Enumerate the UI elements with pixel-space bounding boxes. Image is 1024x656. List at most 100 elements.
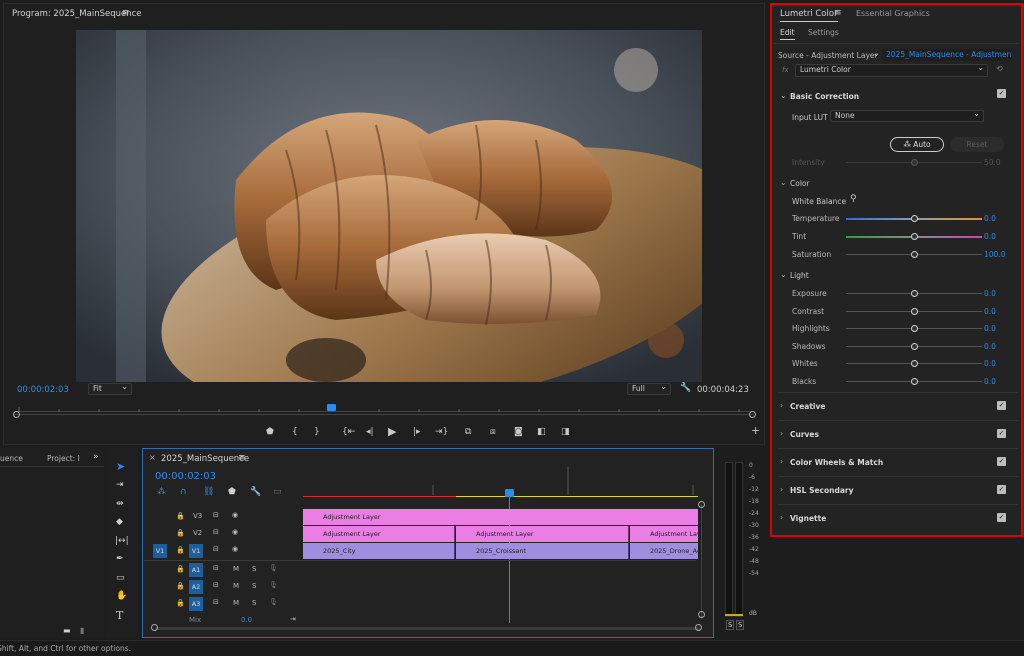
go-to-out-icon[interactable]: ⇥}: [435, 427, 448, 437]
saturation-knob[interactable]: [911, 251, 918, 258]
time-ruler[interactable]: [14, 404, 754, 412]
folder-icon[interactable]: ▬: [63, 626, 71, 635]
zoom-handle-right[interactable]: [749, 411, 756, 418]
auto-button[interactable]: ⁂ Auto: [890, 137, 944, 152]
tab-essential-graphics[interactable]: Essential Graphics: [856, 9, 930, 18]
snap-icon[interactable]: ∩: [180, 487, 187, 497]
shadows-value[interactable]: 0.0: [984, 342, 996, 351]
clip-v2-adjustment-3[interactable]: Adjustment Laye: [630, 526, 698, 542]
intensity-slider[interactable]: [846, 159, 982, 166]
whites-knob[interactable]: [911, 360, 918, 367]
basic-correction-checkbox[interactable]: ✓: [997, 89, 1006, 98]
highlights-value[interactable]: 0.0: [984, 324, 996, 333]
intensity-knob[interactable]: [911, 159, 918, 166]
eye-icon[interactable]: ◉: [232, 511, 238, 519]
out-point-icon[interactable]: }: [314, 427, 320, 437]
linked-selection-icon[interactable]: ⛓: [203, 487, 214, 497]
tint-slider[interactable]: [846, 233, 982, 240]
basic-correction-header[interactable]: Basic Correction: [790, 92, 859, 101]
light-subheader[interactable]: Light: [790, 271, 809, 280]
track-a1-label[interactable]: A1: [189, 563, 203, 577]
intensity-value[interactable]: 50.0: [984, 158, 1001, 167]
clip-v1-drone[interactable]: 2025_Drone_Ae: [630, 543, 698, 559]
source-patch-v1[interactable]: V1: [153, 544, 167, 558]
contrast-value[interactable]: 0.0: [984, 307, 996, 316]
quality-select[interactable]: Full: [627, 382, 671, 395]
go-to-in-icon[interactable]: {⇤: [342, 427, 355, 437]
current-timecode[interactable]: 00:00:02:03: [17, 385, 69, 395]
blacks-knob[interactable]: [911, 378, 918, 385]
sync-icon[interactable]: ⊟: [213, 581, 219, 589]
track-v2[interactable]: 🔒 V2 ⊟ ◉: [144, 526, 302, 543]
track-select-icon[interactable]: ⇥: [116, 480, 124, 490]
lock-icon[interactable]: 🔒: [176, 512, 185, 520]
timeline-timecode[interactable]: 00:00:02:03: [155, 471, 216, 482]
mic-icon[interactable]: 🎙: [269, 564, 278, 572]
marker-icon[interactable]: ⬟: [266, 427, 274, 437]
add-marker-icon[interactable]: ⬟: [228, 487, 236, 497]
track-v3[interactable]: 🔒 V3 ⊟ ◉: [144, 509, 302, 526]
hamburger-icon[interactable]: ≡: [122, 8, 130, 18]
track-v1[interactable]: V1 🔒 V1 ⊟ ◉: [144, 543, 302, 560]
mix-value[interactable]: 0.0: [241, 616, 252, 624]
section-hsl-secondary[interactable]: › HSL Secondary ✓: [778, 476, 1018, 502]
selection-tool-icon[interactable]: ➤: [116, 460, 125, 473]
highlights-slider[interactable]: [846, 325, 982, 332]
exposure-knob[interactable]: [911, 290, 918, 297]
timeline-ruler[interactable]: [303, 467, 698, 498]
chevron-down-icon[interactable]: ⌄: [780, 91, 787, 100]
settings-wrench-icon[interactable]: 🔧: [250, 487, 261, 497]
exposure-slider[interactable]: [846, 290, 982, 297]
track-a3-label[interactable]: A3: [189, 597, 203, 611]
step-back-icon[interactable]: ◂|: [366, 427, 374, 437]
play-icon[interactable]: ▶: [388, 425, 396, 438]
sync-icon[interactable]: ⊟: [213, 564, 219, 572]
mute-button[interactable]: M: [233, 599, 239, 607]
camera-icon[interactable]: ◙: [514, 427, 523, 437]
color-wheels-checkbox[interactable]: ✓: [997, 457, 1006, 466]
whites-slider[interactable]: [846, 360, 982, 367]
clip-v2-adjustment-2[interactable]: Adjustment Layer: [456, 526, 629, 542]
lock-icon[interactable]: 🔒: [176, 529, 185, 537]
source-target[interactable]: 2025_MainSequence - Adjustment...: [882, 49, 1012, 61]
contrast-slider[interactable]: [846, 308, 982, 315]
track-a2[interactable]: 🔒 A2 ⊟ M S 🎙: [144, 579, 302, 596]
panel-expand-icon[interactable]: »: [93, 452, 99, 462]
eyedropper-icon[interactable]: ⚲: [850, 194, 857, 204]
shadows-slider[interactable]: [846, 343, 982, 350]
reset-effect-icon[interactable]: ⟲: [996, 64, 1003, 73]
creative-checkbox[interactable]: ✓: [997, 401, 1006, 410]
lock-icon[interactable]: 🔒: [176, 599, 185, 607]
solo-button[interactable]: S: [252, 599, 256, 607]
eye-icon[interactable]: ◉: [232, 528, 238, 536]
chevron-down-icon[interactable]: ⌄: [780, 178, 787, 187]
extract-icon[interactable]: ⧈: [490, 427, 496, 437]
compare-icon[interactable]: ◧: [537, 427, 546, 437]
playhead[interactable]: [327, 404, 336, 411]
mic-icon[interactable]: 🎙: [269, 581, 278, 589]
temperature-slider[interactable]: [846, 215, 982, 222]
sync-icon[interactable]: ⊟: [213, 511, 219, 519]
sync-icon[interactable]: ⊟: [213, 545, 219, 553]
step-forward-icon[interactable]: |▸: [413, 427, 421, 437]
section-creative[interactable]: › Creative ✓: [778, 392, 1018, 418]
clip-v1-croissant[interactable]: 2025_Croissant: [456, 543, 629, 559]
mic-icon[interactable]: 🎙: [269, 598, 278, 606]
v-scroll-handle-top[interactable]: [698, 501, 705, 508]
fit-select[interactable]: Fit: [88, 382, 132, 395]
tab-lumetri-color[interactable]: Lumetri Color: [780, 9, 838, 22]
vertical-scrollbar[interactable]: [701, 504, 702, 619]
lift-icon[interactable]: ⧉: [465, 427, 471, 437]
lock-icon[interactable]: 🔒: [176, 565, 185, 573]
input-lut-select[interactable]: None: [830, 109, 984, 122]
horizontal-scrollbar[interactable]: [155, 627, 700, 630]
mute-button[interactable]: M: [233, 582, 239, 590]
timeline-playhead[interactable]: [505, 489, 514, 497]
overlay-icon[interactable]: ◨: [561, 427, 570, 437]
nest-icon[interactable]: ⁂: [157, 487, 166, 497]
v-scroll-handle-bottom[interactable]: [698, 611, 705, 618]
plus-icon[interactable]: +: [751, 424, 760, 437]
trash-icon[interactable]: ▮: [80, 626, 84, 635]
h-scroll-handle-right[interactable]: [695, 624, 702, 631]
h-scroll-handle-left[interactable]: [151, 624, 158, 631]
